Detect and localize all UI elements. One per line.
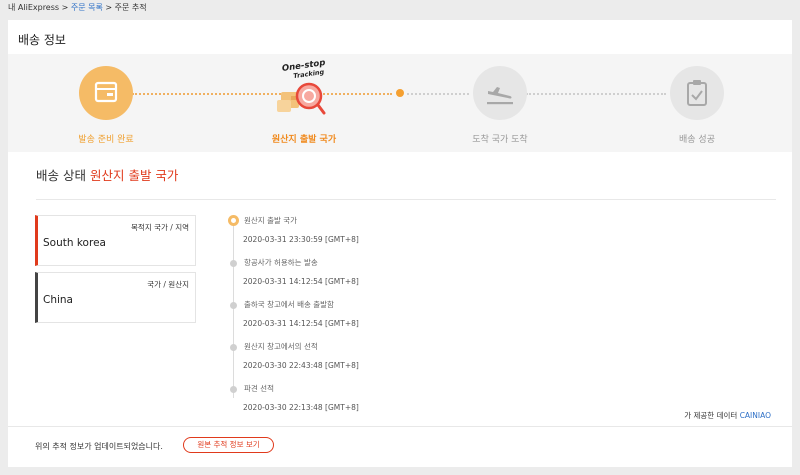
- breadcrumb-separator: >: [105, 3, 113, 12]
- plane-landing-icon: [473, 66, 527, 120]
- timeline-event: 항공사가 허용하는 발송: [244, 258, 318, 267]
- step-label: 도착 국가 도착: [472, 135, 528, 145]
- provider-brand-link[interactable]: CAINIAO: [740, 411, 771, 420]
- update-note: 위의 추적 정보가 업데이트되었습니다.: [35, 442, 163, 451]
- timeline-dot: [230, 386, 237, 393]
- timeline-item: 원산지 창고에서의 선적 2020-03-30 22:43:48 [GMT+8]: [228, 340, 428, 380]
- breadcrumb: 내 AliExpress > 주문 목록 > 주문 추적: [8, 2, 147, 13]
- divider: [8, 426, 792, 427]
- provider-text: 가 제공한 데이터: [684, 411, 738, 420]
- step-departed-origin: One-stop Tracking 원산지 출발 국가: [244, 58, 364, 145]
- timeline-time: 2020-03-30 22:13:48 [GMT+8]: [243, 403, 359, 412]
- timeline-time: 2020-03-30 22:43:48 [GMT+8]: [243, 361, 359, 370]
- section-title: 배송 정보: [18, 33, 66, 47]
- timeline-item: 원산지 출발 국가 2020-03-31 23:30:59 [GMT+8]: [228, 214, 428, 254]
- breadcrumb-current: 주문 추적: [114, 3, 147, 12]
- origin-box: 국가 / 원산지 China: [35, 272, 196, 323]
- timeline-time: 2020-03-31 23:30:59 [GMT+8]: [243, 235, 359, 244]
- timeline-dot: [230, 302, 237, 309]
- package-icon: [79, 66, 133, 120]
- timeline-event: 파견 선적: [244, 384, 274, 393]
- origin-value: China: [43, 294, 73, 306]
- timeline-dot: [230, 344, 237, 351]
- timeline-event: 원산지 출발 국가: [244, 216, 298, 225]
- origin-caption: 국가 / 원산지: [147, 280, 189, 289]
- timeline-item: 항공사가 허용하는 발송 2020-03-31 14:12:54 [GMT+8]: [228, 256, 428, 296]
- step-label: 원산지 출발 국가: [271, 135, 337, 145]
- status-prefix: 배송 상태: [36, 168, 86, 183]
- step-label: 발송 준비 완료: [78, 135, 134, 145]
- one-stop-tracking-icon: One-stop Tracking: [277, 58, 331, 120]
- timeline-item: 출하국 창고에서 배송 출발함 2020-03-31 14:12:54 [GMT…: [228, 298, 428, 338]
- divider: [36, 199, 776, 200]
- progress-stepper: 발송 준비 완료 One-stop Tracking 원산지 출발 국가 도착 …: [8, 54, 792, 152]
- destination-value: South korea: [43, 237, 106, 249]
- timeline-item: 파견 선적 2020-03-30 22:13:48 [GMT+8]: [228, 382, 428, 422]
- clipboard-check-icon: [670, 66, 724, 120]
- status-value: 원산지 출발 국가: [89, 168, 179, 183]
- delivery-status-heading: 배송 상태 원산지 출발 국가: [36, 165, 178, 184]
- timeline-current-dot: [228, 215, 239, 226]
- shipping-info-card: 배송 정보 발송 준비 완료 One-stop Tracking 원산지 출발 …: [8, 20, 792, 467]
- timeline-dot: [230, 260, 237, 267]
- step-ready-to-ship: 발송 준비 완료: [46, 66, 166, 145]
- destination-caption: 목적지 국가 / 지역: [131, 223, 189, 232]
- step-arrived-destination: 도착 국가 도착: [440, 66, 560, 145]
- breadcrumb-separator: >: [61, 3, 69, 12]
- data-provider-note: 가 제공한 데이터 CAINIAO: [684, 410, 771, 421]
- progress-marker: [396, 89, 404, 97]
- destination-box: 목적지 국가 / 지역 South korea: [35, 215, 196, 266]
- timeline-event: 출하국 창고에서 배송 출발함: [244, 300, 334, 309]
- step-label: 배송 성공: [679, 135, 715, 145]
- timeline-event: 원산지 창고에서의 선적: [244, 342, 318, 351]
- breadcrumb-orders[interactable]: 주문 목록: [71, 3, 103, 12]
- timeline-time: 2020-03-31 14:12:54 [GMT+8]: [243, 277, 359, 286]
- breadcrumb-home[interactable]: 내 AliExpress: [8, 3, 59, 12]
- timeline-time: 2020-03-31 14:12:54 [GMT+8]: [243, 319, 359, 328]
- view-original-tracking-button[interactable]: 원본 추적 정보 보기: [183, 437, 274, 453]
- step-delivered: 배송 성공: [637, 66, 757, 145]
